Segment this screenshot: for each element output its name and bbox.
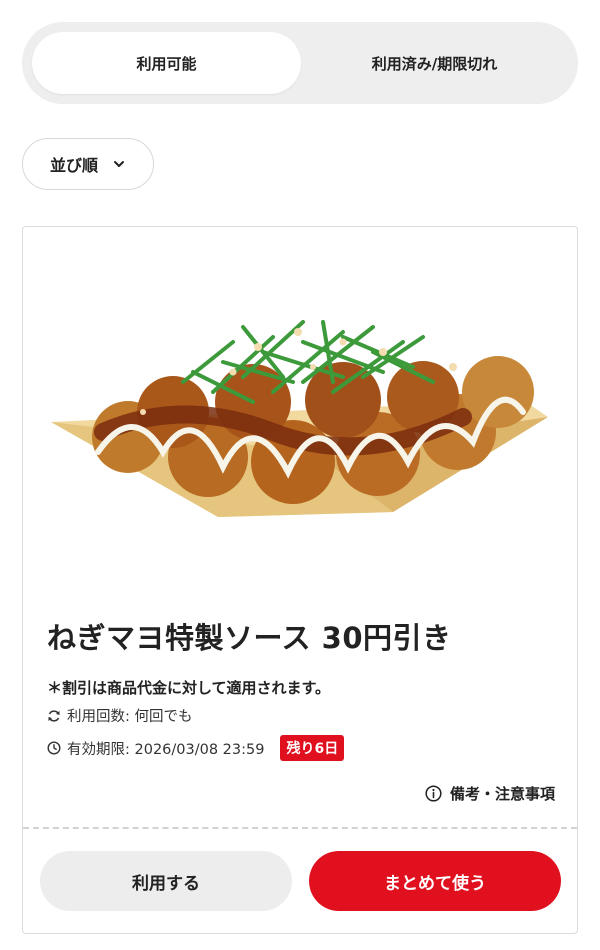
divider	[23, 827, 577, 829]
usage-count-text: 利用回数: 何回でも	[67, 709, 193, 725]
sort-button[interactable]: 並び順	[22, 138, 154, 190]
coupon-title: ねぎマヨ特製ソース 30円引き	[47, 621, 452, 655]
remaining-days-badge: 残り6日	[280, 735, 345, 761]
use-button[interactable]: 利用する	[40, 851, 292, 911]
tab-switcher: 利用可能 利用済み/期限切れ	[22, 22, 578, 104]
use-together-button[interactable]: まとめて使う	[309, 851, 561, 911]
remarks-label: 備考・注意事項	[449, 785, 555, 803]
clock-icon	[47, 741, 61, 755]
sort-label: 並び順	[49, 156, 98, 175]
repeat-icon	[48, 709, 60, 722]
takoyaki-image	[51, 320, 548, 517]
usage-count-row: 利用回数: 何回でも	[47, 705, 193, 726]
tab-used-expired[interactable]: 利用済み/期限切れ	[300, 32, 569, 94]
discount-note: ＊割引は商品代金に対して適用されます。	[47, 679, 331, 697]
remarks-link[interactable]: 備考・注意事項	[425, 783, 555, 804]
info-icon	[425, 785, 442, 802]
chevron-down-icon	[114, 161, 124, 167]
tab-available[interactable]: 利用可能	[32, 32, 301, 94]
expiry-text: 有効期限: 2026/03/08 23:59	[67, 741, 265, 758]
expiry-row: 有効期限: 2026/03/08 23:59 残り6日	[47, 735, 345, 761]
coupon-card: ねぎマヨ特製ソース 30円引き ＊割引は商品代金に対して適用されます。 利用回数…	[22, 226, 578, 934]
